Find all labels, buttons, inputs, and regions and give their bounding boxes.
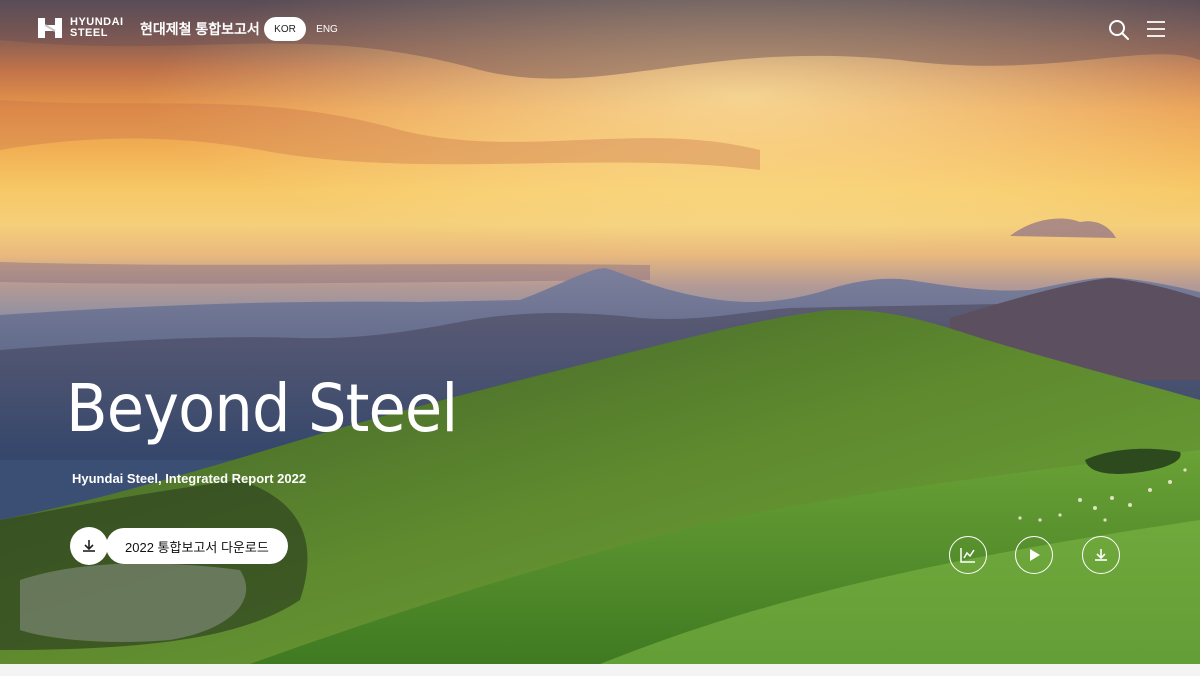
lang-eng-button[interactable]: ENG [312,24,342,35]
hyundai-steel-mark-icon [38,18,62,38]
download-label: 2022 통합보고서 다운로드 [106,528,288,564]
lang-kor-button[interactable]: KOR [264,17,306,41]
hyundai-steel-logo[interactable]: HYUNDAI STEEL [36,16,124,40]
language-switcher: KOR ENG [264,17,342,41]
logo-line2: STEEL [70,27,108,39]
search-icon[interactable] [1108,19,1130,41]
page-bottom-strip [0,664,1200,676]
logo-wordmark: HYUNDAI STEEL [70,17,124,39]
hero-headline: Beyond Steel [66,370,458,447]
hero-banner: HYUNDAI STEEL 현대제철 통합보고서 KOR ENG Beyond … [0,0,1200,664]
download-icon [70,527,108,565]
chart-button[interactable] [949,536,987,574]
hero-subline: Hyundai Steel, Integrated Report 2022 [72,471,307,486]
play-icon [1030,549,1040,561]
report-download-button[interactable]: 2022 통합보고서 다운로드 [70,527,288,565]
play-video-button[interactable] [1015,536,1053,574]
hamburger-menu-icon[interactable] [1146,20,1166,38]
report-title: 현대제철 통합보고서 [140,21,260,37]
download-icon [1095,549,1107,561]
chart-icon [960,548,975,563]
download-file-button[interactable] [1082,536,1120,574]
